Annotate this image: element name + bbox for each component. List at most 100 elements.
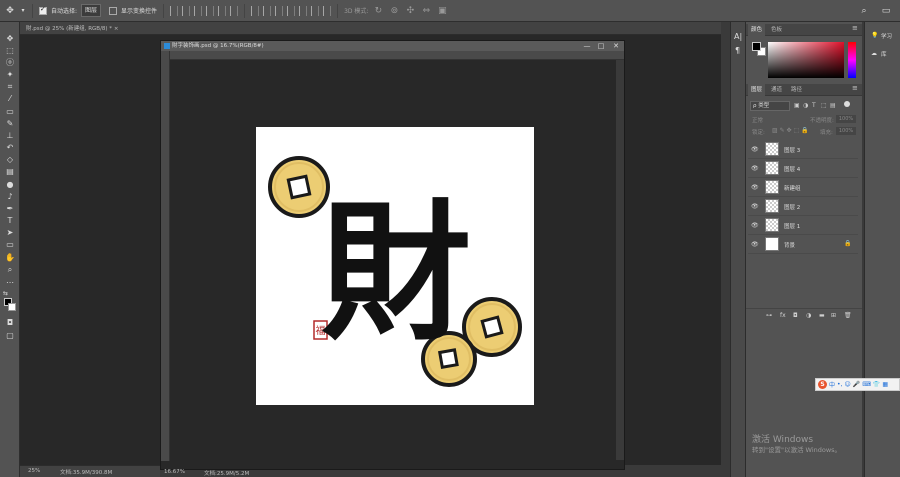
libraries-tab[interactable]: 库 (881, 50, 887, 58)
vertical-scrollbar[interactable] (616, 60, 624, 460)
distribute-hcenter-icon[interactable] (299, 5, 308, 16)
layer-row[interactable]: 👁 图层 3 (748, 140, 858, 159)
history-brush-tool-icon[interactable]: ↶ (3, 143, 17, 153)
screen-mode-icon[interactable]: ▢ (3, 331, 17, 341)
layer-row[interactable]: 👁 图层 1 (748, 216, 858, 235)
character-panel-icon[interactable]: A| (734, 32, 742, 41)
filter-type-icon[interactable]: T (812, 102, 816, 109)
visibility-eye-icon[interactable]: 👁 (751, 203, 759, 210)
fx-icon[interactable]: fx (780, 312, 786, 319)
fill-input[interactable]: 100% (836, 127, 856, 135)
pen-tool-icon[interactable]: ✒ (3, 204, 17, 214)
crop-tool-icon[interactable]: ⌗ (3, 82, 17, 92)
artwork-canvas[interactable]: 福 財 (256, 127, 534, 405)
distribute-top-icon[interactable] (251, 5, 260, 16)
distribute-vcenter-icon[interactable] (263, 5, 272, 16)
tab-color[interactable]: 颜色 (748, 24, 766, 36)
tab-swatches[interactable]: 色板 (768, 24, 785, 36)
filter-toggle-icon[interactable] (844, 101, 850, 107)
path-selection-tool-icon[interactable]: ➤ (3, 228, 17, 238)
dodge-tool-icon[interactable]: ♪ (3, 192, 17, 202)
brush-tool-icon[interactable]: ✎ (3, 119, 17, 129)
filter-pixel-icon[interactable]: ▣ (794, 102, 800, 109)
rectangle-tool-icon[interactable]: ▭ (3, 240, 17, 250)
link-icon[interactable]: ⊶ (766, 312, 772, 319)
magic-wand-tool-icon[interactable]: ✦ (3, 70, 17, 80)
visibility-eye-icon[interactable]: 👁 (751, 222, 759, 229)
lasso-tool-icon[interactable]: ⓞ (3, 58, 17, 68)
adjustment-icon[interactable]: ◑ (806, 312, 811, 319)
vertical-ruler[interactable] (161, 51, 170, 461)
align-bottom-icon[interactable] (230, 5, 239, 16)
healing-brush-tool-icon[interactable]: ▭ (3, 107, 17, 117)
swap-colors-icon[interactable]: ⇆ (3, 290, 8, 297)
panel-menu-icon[interactable]: ≡ (852, 24, 858, 32)
align-right-icon[interactable] (194, 5, 203, 16)
minimize-button[interactable]: — (581, 41, 593, 51)
move-tool-icon[interactable]: ✥ (3, 34, 17, 44)
layer-row[interactable]: 👁 新建组 (748, 178, 858, 197)
ime-toolbar[interactable]: S 中 •, ☺ 🎤 ⌨ 👕 ▦ (815, 378, 900, 391)
workspace-icon[interactable]: ▭ (880, 5, 892, 17)
drag-3d-icon[interactable]: ✣ (404, 5, 416, 17)
distribute-left-icon[interactable] (287, 5, 296, 16)
align-top-icon[interactable] (206, 5, 215, 16)
layer-row[interactable]: 👁 图层 2 (748, 197, 858, 216)
show-transform-checkbox[interactable] (109, 6, 118, 15)
layer-row[interactable]: 👁 背景 🔒 (748, 235, 858, 254)
learn-tab[interactable]: 学习 (881, 32, 892, 40)
filter-shape-icon[interactable]: ⬚ (821, 102, 827, 109)
group-icon[interactable]: ▬ (819, 312, 825, 319)
foreground-color-swatch[interactable] (752, 42, 761, 51)
zoom-level[interactable]: 25% (28, 468, 40, 474)
search-icon[interactable]: ⌕ (858, 5, 870, 17)
zoom-level[interactable]: 16.67% (164, 469, 185, 475)
chevron-down-icon[interactable]: ▾ (20, 5, 26, 17)
microphone-icon[interactable]: 🎤 (853, 381, 860, 388)
clone-stamp-tool-icon[interactable]: ⊥ (3, 131, 17, 141)
scale-3d-icon[interactable]: ▣ (436, 5, 448, 17)
paragraph-panel-icon[interactable]: ¶ (735, 46, 740, 55)
visibility-eye-icon[interactable]: 👁 (751, 241, 759, 248)
toolbox-icon[interactable]: ▦ (882, 381, 888, 388)
slide-3d-icon[interactable]: ⇔ (420, 5, 432, 17)
auto-select-dropdown[interactable]: 图层 (81, 4, 102, 17)
panel-menu-icon[interactable]: ≡ (852, 84, 858, 92)
visibility-eye-icon[interactable]: 👁 (751, 165, 759, 172)
gradient-tool-icon[interactable]: ▤ (3, 167, 17, 177)
libraries-icon[interactable]: ☁ (871, 50, 877, 57)
new-layer-icon[interactable]: ⊞ (831, 312, 836, 319)
close-button[interactable]: ✕ (610, 41, 622, 51)
document-size[interactable]: 文档:25.9M/5.2M (204, 469, 249, 477)
visibility-eye-icon[interactable]: 👁 (751, 146, 759, 153)
hand-tool-icon[interactable]: ✋ (3, 253, 17, 263)
background-color-swatch[interactable] (8, 303, 16, 311)
emoji-icon[interactable]: ☺ (844, 381, 850, 388)
tab-paths[interactable]: 路径 (788, 84, 805, 96)
punctuation-icon[interactable]: •, (837, 381, 842, 388)
color-picker-field[interactable] (768, 42, 844, 78)
blur-tool-icon[interactable]: ● (3, 180, 17, 190)
align-center-icon[interactable] (182, 5, 191, 16)
keyboard-icon[interactable]: ⌨ (862, 381, 871, 388)
window-titlebar[interactable]: 財字装饰画.psd @ 16.7%(RGB/8#) (161, 41, 624, 51)
opacity-input[interactable]: 100% (836, 115, 856, 123)
horizontal-ruler[interactable] (170, 51, 624, 60)
chinese-mode-icon[interactable]: 中 (829, 380, 835, 389)
rotate-3d-icon[interactable]: ↻ (372, 5, 384, 17)
eyedropper-tool-icon[interactable]: ⁄ (3, 94, 17, 104)
layer-filter-select[interactable]: ρ 类型 (750, 101, 790, 111)
move-tool-icon[interactable]: ✥ (4, 5, 16, 17)
filter-adjustment-icon[interactable]: ◑ (803, 102, 808, 109)
align-left-icon[interactable] (170, 5, 179, 16)
roll-3d-icon[interactable]: ⊚ (388, 5, 400, 17)
tab-layers[interactable]: 图层 (748, 84, 766, 96)
lightbulb-icon[interactable]: 💡 (871, 32, 878, 39)
sogou-logo-icon[interactable]: S (818, 380, 827, 389)
close-icon[interactable]: × (114, 26, 119, 32)
trash-icon[interactable]: 🗑 (844, 312, 852, 319)
document-tab[interactable]: 財.psd @ 25% (新建组, RGB/8) * × (26, 24, 118, 32)
distribute-bottom-icon[interactable] (275, 5, 284, 16)
align-middle-icon[interactable] (218, 5, 227, 16)
blend-mode-select[interactable]: 正常 (752, 116, 763, 124)
